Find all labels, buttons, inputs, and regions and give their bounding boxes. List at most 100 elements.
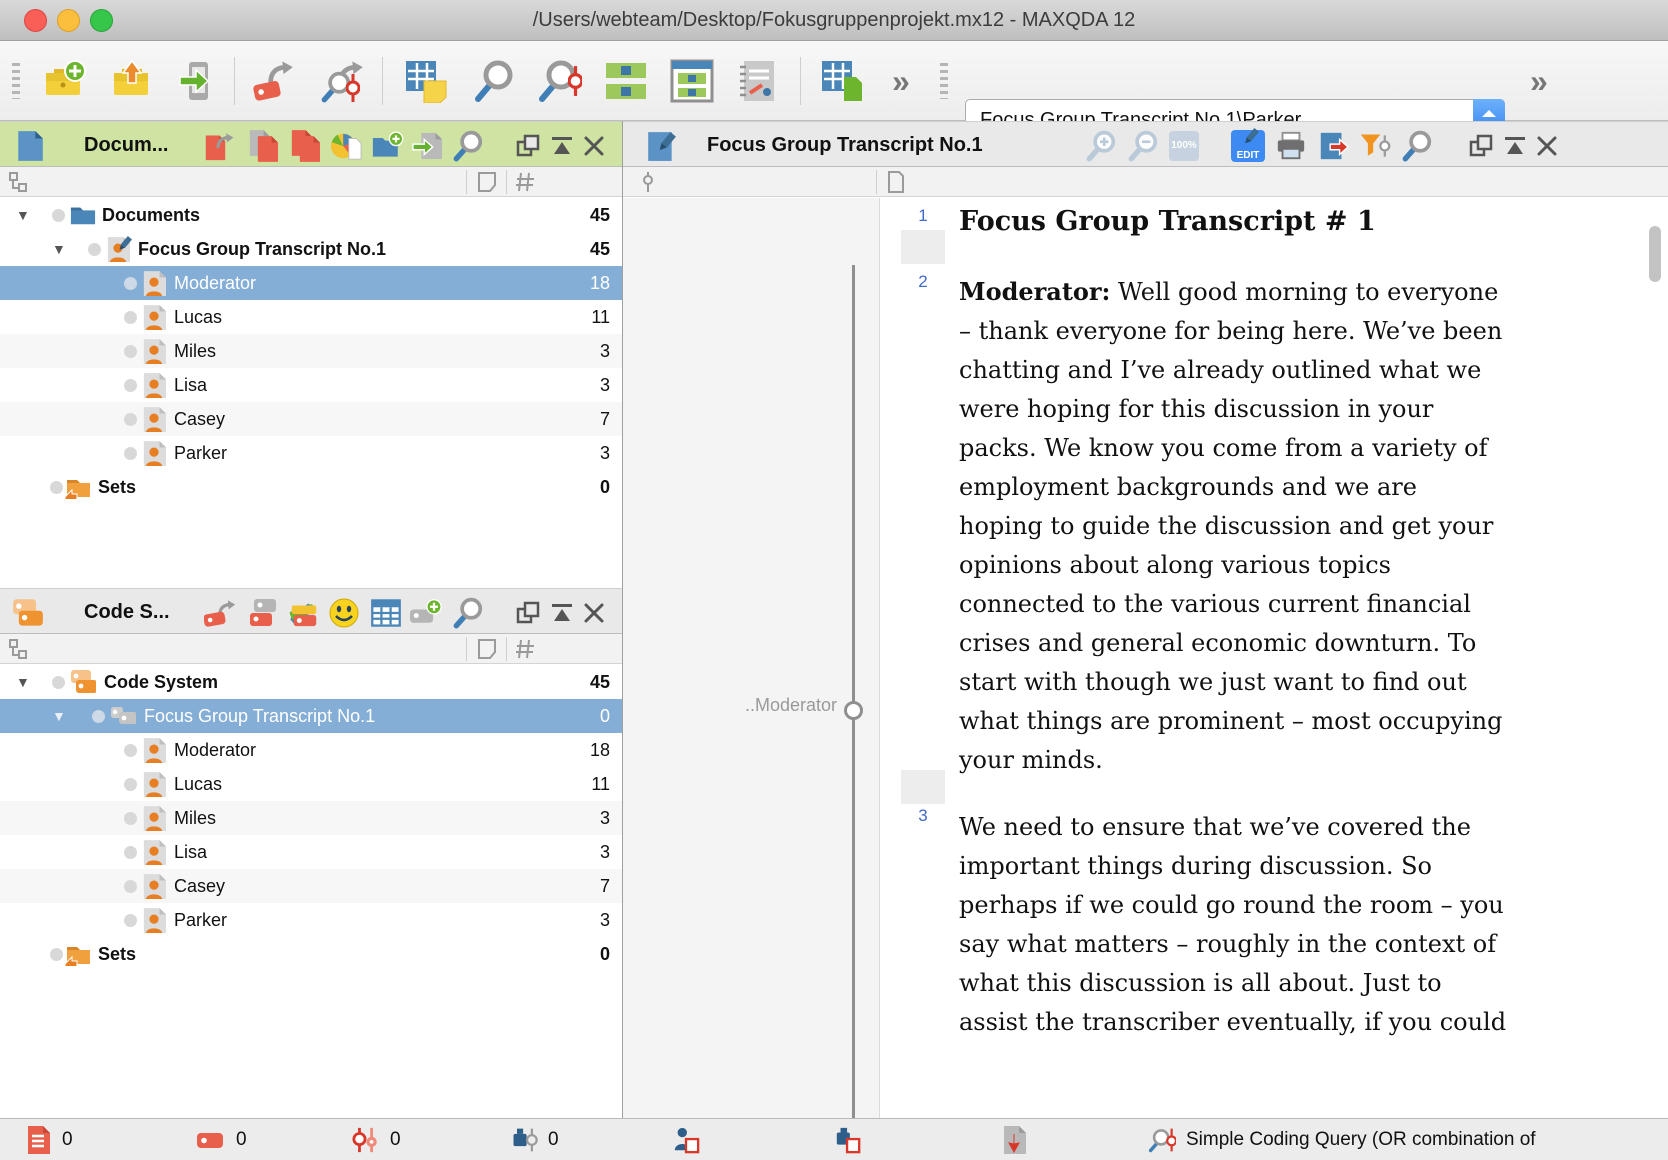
overview-table-icon[interactable] [820, 59, 864, 103]
open-project-icon[interactable] [110, 59, 154, 103]
undo-query-icon[interactable] [320, 59, 364, 103]
new-document-group-icon[interactable] [372, 130, 404, 162]
memo-indicator[interactable] [88, 243, 101, 256]
print-icon[interactable] [1275, 130, 1307, 162]
zoom-100-button[interactable]: 100% [1169, 131, 1199, 161]
doc-tree-item-casey[interactable]: Casey 7 [0, 402, 622, 436]
count-column-icon[interactable] [514, 638, 536, 660]
code-tree-item-root[interactable]: ▼ Code System 45 [0, 665, 622, 699]
memo-indicator[interactable] [124, 379, 137, 392]
expand-triangle-icon[interactable]: ▼ [16, 665, 30, 699]
memos-status-icon[interactable] [24, 1126, 52, 1154]
doc-tree-item-sets[interactable]: Sets 0 [0, 470, 622, 504]
undock-panel-icon[interactable] [516, 130, 540, 162]
memo-indicator[interactable] [124, 345, 137, 358]
code-tree-item-transcript[interactable]: ▼ Focus Group Transcript No.1 0 [0, 699, 622, 733]
zoom-out-icon[interactable] [1127, 130, 1159, 162]
memo-indicator[interactable] [124, 413, 137, 426]
memo-manager-icon[interactable] [404, 59, 448, 103]
undock-panel-icon[interactable] [516, 597, 540, 629]
memo-indicator[interactable] [50, 948, 63, 961]
memo-indicator[interactable] [124, 914, 137, 927]
zoom-in-icon[interactable] [1085, 130, 1117, 162]
tree-view-icon[interactable] [8, 638, 30, 660]
vertical-scrollbar[interactable] [1649, 226, 1661, 282]
memo-column-icon[interactable] [476, 171, 498, 193]
code-tree-item-casey[interactable]: Casey 7 [0, 869, 622, 903]
code-tree-item-sets[interactable]: Sets 0 [0, 937, 622, 971]
close-panel-icon[interactable] [582, 130, 606, 162]
document-content[interactable]: ..Moderator 1 Focus Group Transcript # 1… [623, 198, 1668, 1118]
doc-tree-item-transcript[interactable]: ▼ Focus Group Transcript No.1 45 [0, 232, 622, 266]
code-tree-item-lucas[interactable]: Lucas 11 [0, 767, 622, 801]
search-codes-icon[interactable] [452, 597, 484, 629]
code-tree-item-miles[interactable]: Miles 3 [0, 801, 622, 835]
simple-coding-query-icon[interactable] [1148, 1126, 1176, 1154]
new-code-icon[interactable] [410, 597, 442, 629]
close-panel-icon[interactable] [582, 597, 606, 629]
collapse-panel-icon[interactable] [550, 597, 574, 629]
toolbar-overflow-chevron[interactable]: » [892, 61, 910, 101]
doc-tree-item-documents[interactable]: ▼ Documents 45 [0, 198, 622, 232]
coding-stripe-gutter[interactable] [623, 198, 880, 1118]
simple-coding-query-label[interactable]: Simple Coding Query (OR combination of [1186, 1119, 1536, 1160]
memo-indicator[interactable] [124, 812, 137, 825]
export-results-icon[interactable] [1000, 1126, 1028, 1154]
search-documents-icon[interactable] [452, 130, 484, 162]
memo-column-icon[interactable] [476, 638, 498, 660]
import-document-icon[interactable] [412, 130, 444, 162]
doc-tree-item-lucas[interactable]: Lucas 11 [0, 300, 622, 334]
coding-stripe-handle-icon[interactable] [844, 701, 863, 720]
activate-by-code-variable-icon[interactable] [834, 1126, 862, 1154]
selector-drag-handle[interactable] [940, 63, 948, 99]
selector-overflow-chevron[interactable]: » [1530, 61, 1548, 101]
collapse-panel-icon[interactable] [1503, 130, 1527, 162]
moderator-coding-stripe[interactable] [852, 265, 855, 1118]
code-tree-item-parker[interactable]: Parker 3 [0, 903, 622, 937]
color-codes-icon[interactable] [288, 597, 320, 629]
memo-indicator[interactable] [124, 447, 137, 460]
memo-indicator[interactable] [52, 209, 65, 222]
memo-indicator[interactable] [92, 710, 105, 723]
memo-indicator[interactable] [124, 778, 137, 791]
documents-red-icon[interactable] [290, 130, 322, 162]
memo-indicator[interactable] [124, 311, 137, 324]
memo-indicator[interactable] [124, 277, 137, 290]
new-project-icon[interactable] [42, 59, 86, 103]
close-panel-icon[interactable] [1535, 130, 1559, 162]
doc-tree-item-moderator[interactable]: Moderator 18 [0, 266, 622, 300]
import-external-doc-icon[interactable] [204, 130, 236, 162]
coding-stripe-label[interactable]: ..Moderator [623, 695, 837, 716]
toolbar-drag-handle[interactable] [12, 63, 20, 99]
expand-triangle-icon[interactable]: ▼ [52, 699, 66, 733]
memo-indicator[interactable] [124, 846, 137, 859]
duplicate-document-icon[interactable] [248, 130, 280, 162]
collapse-panel-icon[interactable] [550, 130, 574, 162]
undo-coding-icon[interactable] [204, 597, 236, 629]
code-tree-item-lisa[interactable]: Lisa 3 [0, 835, 622, 869]
code-filter-icon[interactable] [1359, 130, 1391, 162]
memo-indicator[interactable] [124, 880, 137, 893]
code-tree-item-moderator[interactable]: Moderator 18 [0, 733, 622, 767]
activate-by-document-variable-icon[interactable] [672, 1126, 700, 1154]
export-project-icon[interactable] [176, 59, 220, 103]
coding-query-icon[interactable] [538, 59, 582, 103]
search-text-icon[interactable] [1401, 130, 1433, 162]
edit-mode-button[interactable]: EDIT [1231, 130, 1265, 162]
doc-tree-item-lisa[interactable]: Lisa 3 [0, 368, 622, 402]
coded-segments-status-icon[interactable] [196, 1126, 224, 1154]
memo-indicator[interactable] [52, 676, 65, 689]
code-matrix-icon[interactable] [370, 597, 402, 629]
codes-stacked-icon[interactable] [248, 597, 280, 629]
export-document-icon[interactable] [1317, 130, 1349, 162]
undo-code-icon[interactable] [252, 59, 296, 103]
search-icon[interactable] [472, 59, 516, 103]
paragraph-column-icon[interactable] [885, 171, 907, 193]
document-statistics-icon[interactable] [330, 130, 362, 162]
doc-tree-item-miles[interactable]: Miles 3 [0, 334, 622, 368]
logbook-icon[interactable] [736, 59, 780, 103]
memo-indicator[interactable] [124, 744, 137, 757]
tree-view-icon[interactable] [8, 171, 30, 193]
count-column-icon[interactable] [514, 171, 536, 193]
window-layout-icon[interactable] [670, 59, 714, 103]
